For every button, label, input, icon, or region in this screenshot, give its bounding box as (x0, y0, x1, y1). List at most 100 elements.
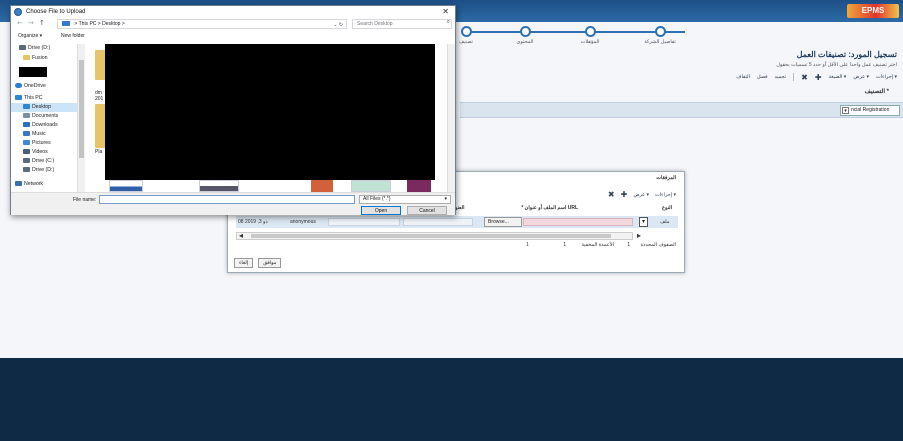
wizard-step-company-details[interactable]: تفاصيل الشركة (637, 26, 683, 45)
nav-music[interactable]: Music (11, 130, 77, 139)
redacted-folder[interactable] (19, 67, 47, 77)
row-date: 08 2019 ,ذو 3 (238, 219, 268, 225)
scrollbar-thumb[interactable] (79, 60, 84, 158)
browse-button[interactable]: Browse... (484, 217, 522, 227)
dialog-navigation: ← → ↑ > This PC > Desktop > ⌄ ↻ (11, 19, 455, 30)
row-description-field[interactable] (328, 218, 400, 226)
nav-network[interactable]: Network (11, 180, 77, 189)
hidden-columns-count: 1 (563, 242, 566, 248)
pictures-icon (23, 140, 30, 146)
step-dot-icon (584, 26, 596, 37)
modal-ok-button[interactable]: موافق (258, 258, 282, 268)
wizard-step-qualifications[interactable]: المؤهلات (567, 26, 613, 45)
actions-menu[interactable]: إجراءات ▾ (876, 74, 897, 80)
scrollbar-thumb[interactable] (251, 234, 611, 238)
network-icon (15, 181, 22, 187)
nav-label: Music (32, 131, 46, 137)
dialog-titlebar[interactable]: Choose File to Upload ✕ (11, 6, 455, 18)
nav-downloads[interactable]: Downloads (11, 121, 77, 130)
chevron-down-icon: ▾ (842, 107, 849, 114)
row-file-field[interactable] (523, 218, 633, 226)
cloud-icon (15, 83, 22, 89)
row-title-field[interactable] (403, 218, 473, 226)
horizontal-scrollbar[interactable]: ◂ ▸ (236, 231, 641, 240)
file-thumbnail[interactable] (199, 180, 239, 192)
detach-button[interactable]: فصل (757, 74, 768, 80)
browser-icon (14, 8, 22, 16)
column-file-or-url: * اسم الملف أو عنوان URL (521, 205, 578, 211)
navigation-pane: Drive (D:) Fusion OneDrive This PC Deskt… (11, 44, 87, 192)
step-dot-icon (519, 26, 531, 37)
nav-desktop[interactable]: Desktop (11, 103, 77, 112)
file-thumbnail[interactable] (351, 180, 391, 192)
forward-icon[interactable]: → (28, 19, 34, 27)
nav-onedrive[interactable]: OneDrive (11, 82, 77, 91)
attachments-view-menu[interactable]: عرض ▾ (633, 192, 649, 198)
file-thumbnail[interactable] (407, 180, 431, 192)
file-list-scrollbar[interactable] (447, 44, 455, 192)
nav-pictures[interactable]: Pictures (11, 139, 77, 148)
nav-documents[interactable]: Documents (11, 112, 77, 121)
file-label: 201 (95, 96, 104, 102)
desktop-icon (23, 104, 30, 110)
row-user: anonymous (290, 219, 316, 225)
nav-scrollbar[interactable] (77, 44, 85, 192)
freeze-button[interactable]: تجميد (774, 74, 786, 80)
view-menu[interactable]: عرض ▾ (853, 74, 869, 80)
drive-icon (23, 167, 30, 173)
up-icon[interactable]: ↑ (39, 19, 45, 27)
nav-drive-c[interactable]: Drive (C:) (11, 157, 77, 166)
address-bar[interactable]: > This PC > Desktop > ⌄ ↻ (57, 19, 347, 29)
attachments-actions-menu[interactable]: إجراءات ▾ (655, 192, 676, 198)
nav-label: Drive (D:) (32, 167, 55, 173)
nav-label: This PC (24, 95, 43, 101)
cancel-button[interactable]: Cancel (407, 206, 447, 215)
nav-fusion[interactable]: Fusion (11, 54, 77, 63)
file-type-select[interactable]: All Files (*.*) ▾ (359, 195, 451, 204)
back-icon[interactable]: ← (17, 19, 23, 27)
classification-select[interactable]: ▾ ncial Registration (840, 105, 900, 116)
table-row[interactable]: 08 2019 ,ذو 3 anonymous Browse... ▾ ملف (236, 216, 678, 228)
nav-label: Videos (32, 149, 48, 155)
add-row-icon[interactable]: ✚ (815, 73, 822, 82)
type-select[interactable]: ▾ (639, 217, 648, 227)
nav-this-pc[interactable]: This PC (11, 94, 77, 103)
nav-label: Downloads (32, 122, 58, 128)
nav-drive-d-2[interactable]: Drive (D:) (11, 166, 77, 175)
new-folder-button[interactable]: New folder (61, 33, 85, 39)
row-count: 1 (526, 242, 529, 248)
filename-input[interactable] (99, 195, 355, 204)
nav-drive-d[interactable]: Drive (D:) (11, 44, 77, 53)
nav-videos[interactable]: Videos (11, 148, 77, 157)
page-title: تسجيل المورد: تصنيفات العمل (796, 50, 897, 59)
wizard-step-label: تفاصيل الشركة (644, 39, 676, 45)
delete-row-icon[interactable]: ✖ (801, 73, 808, 82)
file-thumbnail[interactable] (109, 180, 143, 192)
refresh-icon[interactable]: ⌄ ↻ (333, 21, 343, 29)
wrap-button[interactable]: التفاف (736, 74, 750, 80)
scroll-right-icon[interactable]: ▸ (637, 231, 641, 240)
nav-label: Documents (32, 113, 59, 119)
search-input[interactable] (352, 19, 452, 29)
wizard-step-content[interactable]: المحتوى (502, 26, 548, 45)
hidden-columns-label: الأعمدة المخفية (581, 242, 615, 248)
redacted-region (105, 44, 435, 180)
column-type: النوع (662, 205, 672, 211)
attachments-toolbar: إجراءات ▾ عرض ▾ ✚ ✖ (608, 190, 676, 199)
breadcrumb: > This PC > Desktop > (74, 21, 125, 27)
organize-button[interactable]: Organize ▾ (18, 33, 42, 39)
format-menu[interactable]: الصيغة ▾ (829, 74, 847, 80)
scroll-left-icon[interactable]: ◂ (239, 231, 243, 240)
dialog-footer: File name: All Files (*.*) ▾ Open Cancel (11, 192, 455, 215)
file-thumbnail[interactable] (311, 180, 333, 192)
nav-label: Drive (C:) (32, 158, 55, 164)
delete-attachment-icon[interactable]: ✖ (608, 190, 615, 199)
search-icon[interactable]: ⌕ (447, 19, 450, 26)
open-button[interactable]: Open (361, 206, 401, 215)
modal-cancel-button[interactable]: إلغاء (234, 258, 254, 268)
close-icon[interactable]: ✕ (442, 7, 449, 16)
drive-icon (19, 45, 26, 51)
add-attachment-icon[interactable]: ✚ (621, 190, 628, 199)
nav-label: Desktop (32, 104, 52, 110)
music-icon (23, 131, 30, 137)
